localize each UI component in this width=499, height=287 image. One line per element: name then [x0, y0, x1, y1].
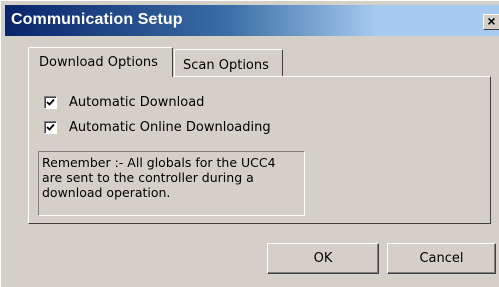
dialog-window: Communication Setup × Download Options S… [0, 0, 499, 287]
checkmark-icon [46, 98, 55, 106]
checkmark-icon [46, 123, 55, 131]
note-line: Remember :- All globals for the UCC4 [42, 155, 276, 170]
title-bar[interactable]: Communication Setup × [5, 5, 499, 36]
tab-download-options[interactable]: Download Options [28, 47, 173, 77]
note-line: are sent to the controller during a [42, 170, 254, 185]
close-button[interactable]: × [483, 14, 499, 30]
automatic-online-downloading-checkbox[interactable] [44, 121, 57, 134]
tab-label: Download Options [39, 55, 158, 70]
note-line: download operation. [42, 185, 171, 200]
reminder-note: Remember :- All globals for the UCC4 are… [38, 151, 305, 216]
tab-label: Scan Options [183, 58, 269, 73]
cancel-button[interactable]: Cancel [387, 243, 496, 274]
tab-scan-options[interactable]: Scan Options [174, 49, 283, 77]
window-title: Communication Setup [11, 11, 183, 28]
automatic-download-label: Automatic Download [69, 95, 205, 110]
automatic-download-checkbox[interactable] [44, 96, 57, 109]
automatic-online-downloading-label: Automatic Online Downloading [69, 120, 271, 135]
close-icon: × [487, 13, 496, 29]
ok-button[interactable]: OK [267, 243, 379, 274]
